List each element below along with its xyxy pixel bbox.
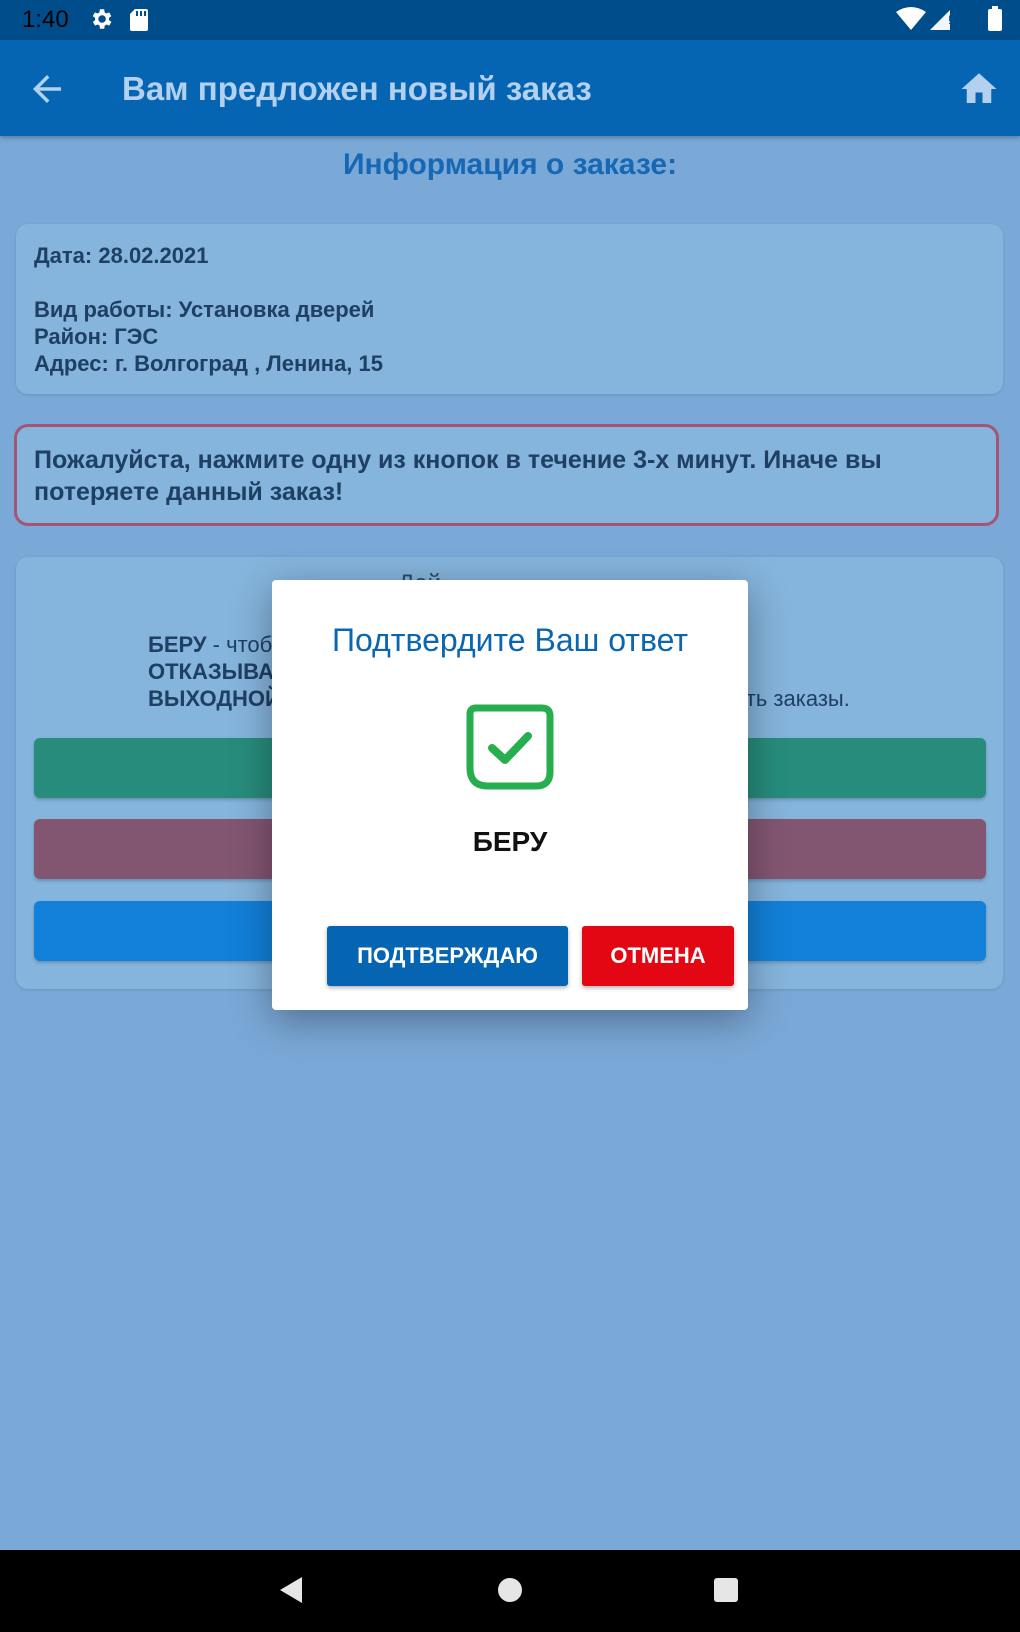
home-icon[interactable] — [958, 68, 1000, 110]
nav-home-icon[interactable] — [497, 1577, 523, 1603]
wifi-icon — [896, 7, 926, 30]
nav-back-icon[interactable] — [276, 1574, 306, 1606]
status-time: 1:40 — [22, 6, 69, 33]
cancel-button[interactable]: ОТМЕНА — [582, 926, 734, 986]
app-bar-title: Вам предложен новый заказ — [122, 70, 592, 107]
legend-take-label: БЕРУ — [148, 632, 207, 657]
signal-icon — [930, 10, 950, 30]
section-title: Информация о заказе: — [342, 148, 678, 181]
svg-text:!: ! — [948, 13, 951, 27]
battery-icon — [988, 9, 1002, 31]
sd-card-icon — [130, 9, 148, 31]
settings-icon — [92, 9, 112, 29]
legend-dayoff-text: ать заказы. — [734, 686, 850, 711]
confirm-button[interactable]: ПОДТВЕРЖДАЮ — [327, 926, 568, 986]
order-district: Район: ГЭС — [34, 324, 159, 349]
legend-take: БЕРУ - чтоб — [148, 632, 272, 658]
dialog-answer: БЕРУ — [472, 826, 548, 857]
dialog-title: Подтвердите Ваш ответ — [332, 622, 688, 658]
status-bar — [0, 0, 1020, 40]
legend-refuse: ОТКАЗЫВА — [148, 659, 274, 684]
nav-recents-icon[interactable] — [713, 1577, 739, 1603]
legend-dayoff: ВЫХОДНОЙ — [148, 686, 281, 711]
order-address: Адрес: г. Волгоград , Ленина, 15 — [34, 351, 384, 376]
legend-take-text: - чтоб — [206, 632, 273, 657]
check-square-icon — [466, 704, 554, 790]
order-work-type: Вид работы: Установка дверей — [34, 297, 375, 322]
warning-text: Пожалуйста, нажмите одну из кнопок в теч… — [34, 446, 882, 506]
order-date: Дата: 28.02.2021 — [34, 243, 209, 268]
back-arrow-icon[interactable] — [26, 68, 68, 110]
status-indicators: ! — [896, 6, 1002, 31]
